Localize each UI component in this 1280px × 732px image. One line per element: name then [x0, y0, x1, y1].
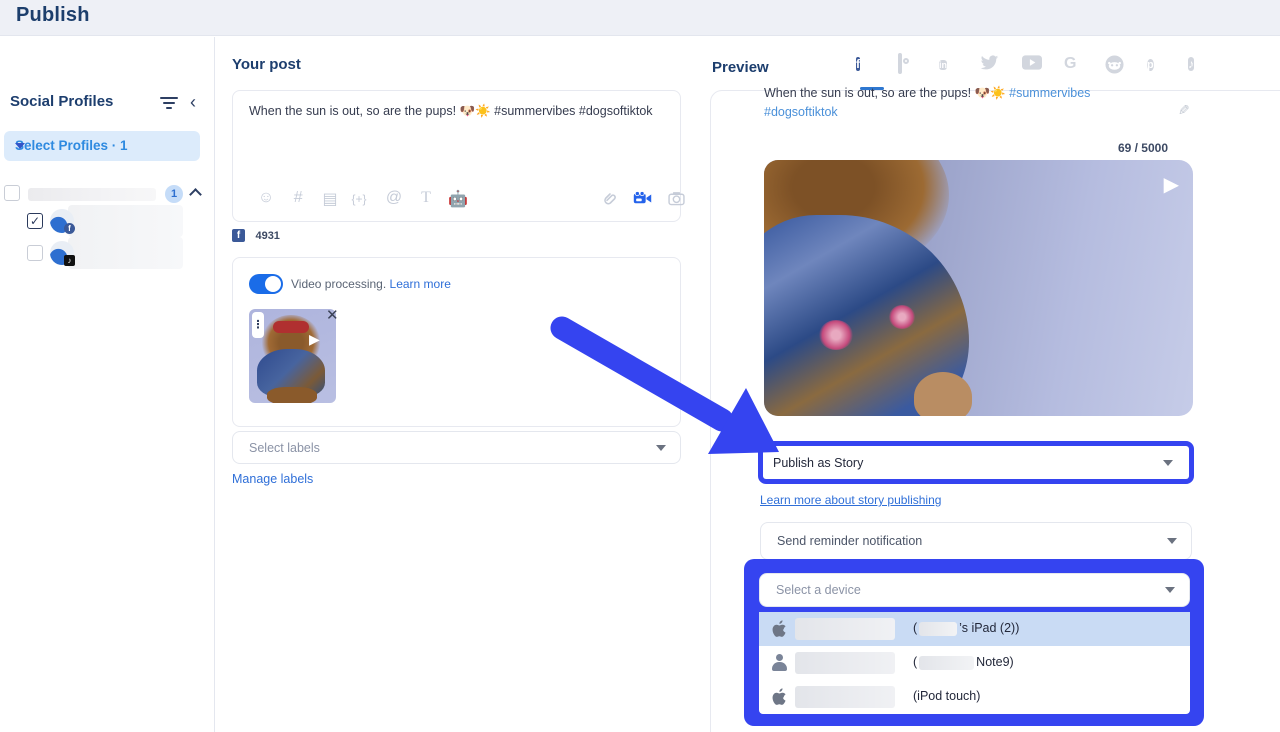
- publish-as-story-dropdown[interactable]: Publish as Story: [763, 446, 1189, 479]
- publish-page: Publish Social Profiles ‹ Select Profile…: [0, 0, 1280, 732]
- device-option-ipad[interactable]: (’s iPad (2)): [759, 612, 1190, 646]
- profile-checkbox-unchecked[interactable]: [27, 245, 43, 261]
- profile-name-redacted: [68, 205, 183, 237]
- filter-icon[interactable]: [160, 97, 178, 109]
- caption-hashtag[interactable]: #dogsoftiktok: [764, 105, 838, 119]
- caption-char-counter: 69 / 5000: [968, 141, 1168, 155]
- edit-caption-icon[interactable]: ✎: [1178, 102, 1190, 119]
- post-text-input[interactable]: When the sun is out, so are the pups! 🐶☀…: [249, 103, 659, 120]
- hashtag-icon[interactable]: #: [287, 189, 309, 207]
- device-label: (iPod touch): [913, 689, 980, 703]
- page-title: Publish: [16, 4, 90, 27]
- play-icon[interactable]: ▶: [1164, 172, 1179, 197]
- top-bar: Publish: [0, 0, 1280, 36]
- tab-pinterest[interactable]: p: [1147, 55, 1167, 75]
- select-profiles-label: Select Profiles · 1: [15, 138, 128, 153]
- ai-assistant-icon[interactable]: 🤖: [447, 189, 469, 209]
- caption-text: When the sun is out, so are the pups! 🐶☀…: [764, 86, 1009, 100]
- link-icon[interactable]: [598, 189, 620, 207]
- profile-checkbox-checked[interactable]: ✓: [27, 213, 43, 229]
- tab-tiktok[interactable]: ♪: [1188, 55, 1208, 75]
- group-count-badge: 1: [165, 185, 183, 203]
- chevron-down-icon: [1165, 587, 1175, 593]
- chevron-down-icon: [1167, 538, 1177, 544]
- select-labels-dropdown[interactable]: Select labels: [232, 431, 681, 464]
- device-name-redacted: [795, 618, 895, 640]
- profile-row-facebook[interactable]: ✓ f: [0, 205, 215, 238]
- chevron-up-icon[interactable]: [189, 188, 202, 201]
- device-options-list: (’s iPad (2)) (Note9) (iPod touch): [759, 612, 1190, 714]
- tab-google[interactable]: G: [1064, 55, 1084, 75]
- social-profiles-sidebar: Social Profiles ‹ Select Profiles · 1 1 …: [0, 37, 215, 732]
- media-menu-icon[interactable]: ⋮: [252, 312, 264, 338]
- device-name-redacted: [795, 652, 895, 674]
- person-icon: [771, 654, 788, 671]
- video-icon[interactable]: [631, 189, 653, 206]
- play-icon[interactable]: ▶: [309, 331, 320, 348]
- tiktok-badge-icon: ♪: [64, 255, 75, 266]
- video-processing-toggle[interactable]: [249, 274, 283, 294]
- manage-labels-link[interactable]: Manage labels: [232, 472, 313, 486]
- story-publishing-link[interactable]: Learn more about story publishing: [760, 493, 941, 507]
- select-device-dropdown[interactable]: Select a device: [759, 573, 1190, 607]
- chevron-down-icon: [1163, 460, 1173, 466]
- emoji-icon[interactable]: ☺: [255, 189, 277, 207]
- tab-youtube[interactable]: [1022, 55, 1042, 75]
- mention-icon[interactable]: @: [383, 189, 405, 207]
- device-name-redacted: [795, 686, 895, 708]
- story-select-value: Publish as Story: [773, 456, 863, 470]
- post-composer: Your post When the sun is out, so are th…: [216, 37, 696, 732]
- profile-name-redacted: [68, 237, 183, 269]
- video-thumbnail[interactable]: ⋮ ▶: [249, 309, 336, 403]
- char-count-value: 4931: [255, 230, 279, 242]
- device-picker-highlight: Select a device (’s iPad (2)) (Note9): [744, 559, 1204, 726]
- select-labels-placeholder: Select labels: [249, 441, 320, 455]
- facebook-badge-icon: f: [64, 223, 75, 234]
- remove-media-icon[interactable]: ✕: [326, 306, 339, 324]
- camera-icon[interactable]: [665, 189, 687, 206]
- select-profiles-dropdown[interactable]: Select Profiles · 1: [4, 131, 200, 161]
- text-icon[interactable]: T: [415, 189, 437, 207]
- chevron-down-icon: [656, 445, 666, 451]
- preview-panel: Preview f in G p ♪ When the sun is out, …: [696, 37, 1280, 732]
- device-option-ipod[interactable]: (iPod touch): [759, 680, 1190, 714]
- chevron-down-icon: [15, 143, 25, 149]
- facebook-icon: f: [232, 229, 245, 242]
- reminder-notification-dropdown[interactable]: Send reminder notification: [760, 522, 1192, 560]
- device-label: (’s iPad (2)): [913, 621, 1019, 636]
- device-option-note9[interactable]: (Note9): [759, 646, 1190, 680]
- composer-heading: Your post: [232, 56, 301, 73]
- group-name-redacted: [28, 188, 156, 201]
- group-checkbox[interactable]: [4, 185, 20, 201]
- saved-captions-icon[interactable]: ▤: [319, 189, 341, 209]
- device-label: (Note9): [913, 655, 1014, 670]
- profile-row-tiktok[interactable]: ♪: [0, 237, 215, 270]
- video-processing-label: Video processing. Learn more: [291, 277, 451, 291]
- device-placeholder: Select a device: [776, 583, 861, 597]
- collapse-sidebar-icon[interactable]: ‹: [190, 92, 196, 113]
- story-dropdown-highlight: Publish as Story: [758, 441, 1194, 484]
- reminder-select-value: Send reminder notification: [777, 534, 922, 548]
- apple-icon: [771, 620, 787, 638]
- tab-facebook[interactable]: f: [856, 55, 876, 75]
- sidebar-heading: Social Profiles: [10, 93, 113, 110]
- editor-toolbar: ☺ # ▤ {+} @ T 🤖: [233, 187, 680, 213]
- media-attachments-card: Video processing. Learn more ⋮ ▶ ✕: [232, 257, 681, 427]
- tab-linkedin[interactable]: in: [939, 55, 959, 75]
- tab-reddit[interactable]: [1105, 55, 1125, 75]
- preview-caption: When the sun is out, so are the pups! 🐶☀…: [764, 84, 1168, 122]
- apple-icon: [771, 688, 787, 706]
- learn-more-link[interactable]: Learn more: [390, 277, 451, 291]
- preview-video[interactable]: ▶: [764, 160, 1193, 416]
- tab-instagram[interactable]: [898, 55, 918, 75]
- facebook-char-count: f 4931: [232, 227, 280, 241]
- profile-group-row[interactable]: 1: [0, 185, 215, 205]
- post-editor[interactable]: When the sun is out, so are the pups! 🐶☀…: [232, 90, 681, 222]
- preview-heading: Preview: [712, 59, 769, 76]
- caption-hashtag[interactable]: #summervibes: [1009, 86, 1090, 100]
- variables-icon[interactable]: {+}: [348, 192, 370, 206]
- tab-twitter[interactable]: [980, 55, 1000, 75]
